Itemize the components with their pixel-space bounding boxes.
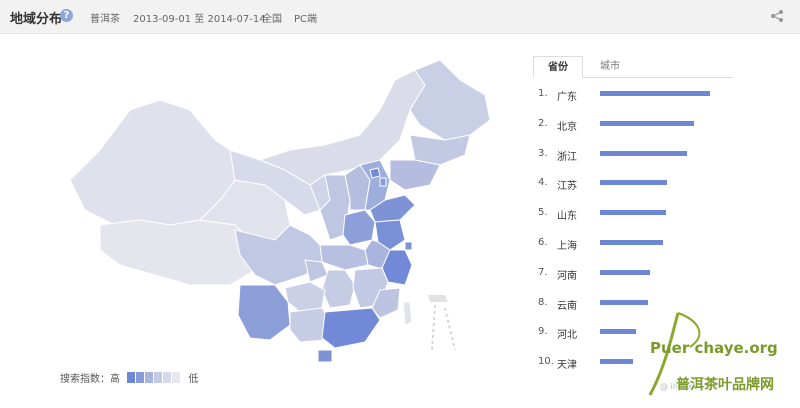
- map-region-beijing[interactable]: [369, 167, 381, 179]
- province-name: 河北: [557, 330, 577, 342]
- map-region-guangdong[interactable]: [321, 307, 381, 349]
- share-icon[interactable]: [770, 9, 784, 23]
- map-region-guizhou[interactable]: [284, 281, 326, 313]
- map-region-henan[interactable]: [342, 209, 376, 246]
- map-legend: 搜索指数：高 低: [60, 370, 199, 385]
- map-region-hubei[interactable]: [319, 244, 369, 271]
- ranking-row[interactable]: 4. 江苏: [536, 173, 736, 203]
- province-name: 上海: [557, 240, 577, 252]
- map-region-tibet[interactable]: [99, 219, 256, 286]
- rank-number: 9.: [538, 326, 548, 338]
- map-region-liaoning[interactable]: [389, 159, 441, 191]
- rank-bar: [600, 269, 650, 275]
- rank-number: 6.: [538, 236, 548, 248]
- province-name: 北京: [557, 121, 577, 133]
- legend-high-label: 搜索指数：高: [60, 374, 120, 385]
- region-filter[interactable]: 全国: [262, 10, 282, 25]
- province-name: 山东: [557, 211, 577, 223]
- map-region-heilongjiang[interactable]: [409, 59, 491, 141]
- ranking-row[interactable]: 5. 山东: [536, 203, 736, 233]
- province-name: 江苏: [557, 181, 577, 193]
- legend-swatch: [127, 371, 136, 383]
- rank-bar: [600, 299, 648, 305]
- rank-number: 1.: [538, 88, 548, 99]
- south-china-sea-inset: [428, 295, 456, 351]
- province-name: 云南: [557, 300, 577, 312]
- rank-bar: [600, 180, 667, 186]
- rank-bar: [600, 91, 710, 96]
- rank-bar: [600, 120, 694, 126]
- province-name: 浙江: [557, 151, 577, 163]
- map-region-shanghai[interactable]: [404, 241, 413, 251]
- rank-bar: [600, 210, 666, 216]
- header-bar: 地域分布 ? 普洱茶 2013-09-01 至 2014-07-14 全国 PC…: [0, 0, 800, 34]
- rank-number: 5.: [538, 207, 548, 219]
- ranking-row[interactable]: 7. 河南: [536, 263, 736, 293]
- legend-swatch: [172, 371, 181, 383]
- legend-swatch: [145, 371, 154, 383]
- page-title: 地域分布: [10, 12, 63, 27]
- rank-number: 4.: [538, 177, 548, 189]
- rank-bar: [600, 239, 663, 245]
- keyword-label: 普洱茶: [90, 14, 120, 25]
- ranking-tabs: 省份 城市: [533, 56, 733, 78]
- map-region-hunan[interactable]: [321, 269, 356, 309]
- china-heat-map[interactable]: [60, 50, 500, 370]
- watermark-brand-cn: 普洱茶叶品牌网: [676, 377, 774, 393]
- ranking-row[interactable]: 2. 北京: [536, 114, 736, 144]
- date-range[interactable]: 2013-09-01 至 2014-07-14: [133, 10, 266, 25]
- help-icon[interactable]: ?: [60, 9, 73, 22]
- watermark-brand: Puer chaye.org: [650, 339, 778, 357]
- province-name: 广东: [557, 92, 577, 103]
- ranking-row[interactable]: 1. 广东: [536, 84, 736, 114]
- map-region-xinjiang[interactable]: [69, 99, 236, 226]
- rank-number: 2.: [538, 117, 548, 129]
- rank-number: 3.: [538, 147, 548, 159]
- rank-number: 8.: [538, 296, 548, 308]
- rank-number: 10.: [538, 356, 554, 368]
- province-name: 河南: [557, 270, 577, 282]
- map-region-tianjin[interactable]: [379, 177, 387, 187]
- legend-swatch: [136, 371, 145, 383]
- device-filter[interactable]: PC端: [294, 10, 317, 25]
- tab-city[interactable]: 城市: [585, 56, 635, 78]
- map-region-taiwan[interactable]: [402, 301, 413, 326]
- map-region-hainan[interactable]: [317, 349, 333, 363]
- province-name: 天津: [557, 360, 577, 372]
- map-region-yunnan[interactable]: [237, 284, 291, 341]
- rank-bar: [600, 150, 687, 156]
- legend-swatch: [163, 371, 172, 383]
- legend-swatch: [154, 371, 163, 383]
- ranking-row[interactable]: 3. 浙江: [536, 144, 736, 174]
- legend-swatches: [127, 371, 181, 384]
- ranking-row[interactable]: 6. 上海: [536, 233, 736, 263]
- tab-province[interactable]: 省份: [533, 56, 583, 78]
- legend-low-label: 低: [188, 374, 199, 385]
- rank-number: 7.: [538, 266, 548, 278]
